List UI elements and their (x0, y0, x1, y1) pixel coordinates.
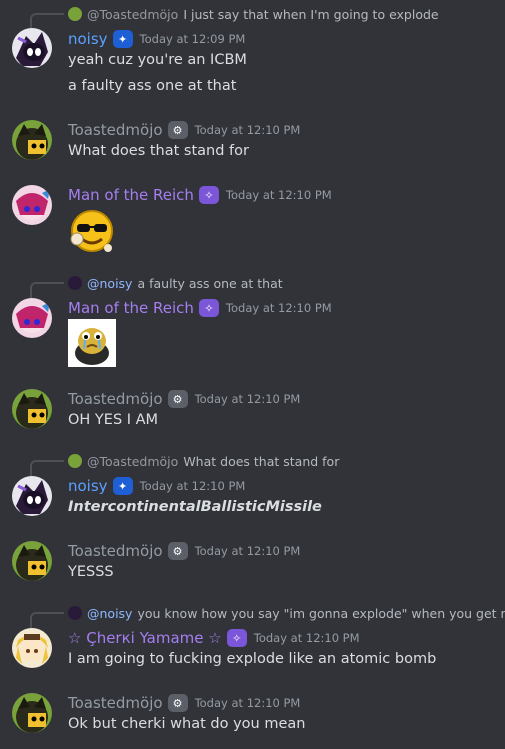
avatar[interactable] (12, 389, 52, 429)
reply-username[interactable]: @noisy (87, 276, 132, 291)
role-icon: ✧ (226, 629, 247, 647)
message-text: OH YES I AM (68, 412, 159, 428)
reply-avatar (68, 606, 82, 620)
username[interactable]: Toastedmöjo (68, 542, 163, 560)
reply-spine (30, 460, 64, 476)
timestamp: Today at 12:10 PM (139, 479, 246, 493)
avatar[interactable] (12, 628, 52, 668)
role-icon: ⚙ (167, 121, 188, 139)
avatar[interactable] (12, 185, 52, 225)
sunglasses-smiley-emote[interactable] (68, 207, 116, 255)
avatar[interactable] (12, 541, 52, 581)
crying-frog-emote[interactable] (68, 319, 116, 367)
reply-avatar (68, 454, 82, 468)
timestamp: Today at 12:10 PM (194, 544, 301, 558)
username[interactable]: Toastedmöjo (68, 694, 163, 712)
role-icon: ⚙ (167, 694, 188, 712)
message-text: I am going to fucking explode like an at… (68, 651, 437, 667)
timestamp: Today at 12:10 PM (225, 188, 332, 202)
reply-text: you know how you say "im gonna explode" … (137, 605, 505, 621)
username[interactable]: ☆ Çherкi Yamame ☆ (68, 629, 222, 647)
role-icon: ✧ (198, 186, 219, 204)
avatar[interactable] (12, 476, 52, 516)
username[interactable]: Toastedmöjo (68, 121, 163, 139)
reply-text: What does that stand for (183, 453, 340, 469)
timestamp: Today at 12:10 PM (225, 301, 332, 315)
timestamp: Today at 12:10 PM (194, 696, 301, 710)
reply-username[interactable]: @noisy (87, 606, 132, 621)
message-text: IntercontinentalBallisticMissile (68, 499, 322, 515)
role-icon: ⚙ (167, 390, 188, 408)
username[interactable]: Man of the Reich (68, 186, 194, 204)
reply-avatar (68, 7, 82, 21)
message-text: YESSS (68, 564, 114, 580)
timestamp: Today at 12:09 PM (139, 32, 246, 46)
avatar[interactable] (12, 298, 52, 338)
message-text: Ok but cherki what do you mean (68, 716, 306, 732)
reply-preview[interactable]: @Toastedmöjo I just say that when I'm go… (30, 5, 439, 29)
timestamp: Today at 12:10 PM (194, 123, 301, 137)
reply-spine (30, 612, 64, 628)
reply-preview[interactable]: @noisy you know how you say "im gonna ex… (30, 604, 505, 628)
avatar[interactable] (12, 120, 52, 160)
role-icon: ✧ (198, 299, 219, 317)
reply-spine (30, 282, 64, 298)
role-icon: ⚙ (167, 542, 188, 560)
username[interactable]: noisy (68, 477, 108, 495)
reply-text: a faulty ass one at that (137, 275, 283, 291)
role-icon: ✦ (112, 30, 133, 48)
avatar[interactable] (12, 28, 52, 68)
reply-preview[interactable]: @noisy a faulty ass one at that (30, 274, 283, 298)
username[interactable]: Man of the Reich (68, 299, 194, 317)
timestamp: Today at 12:10 PM (253, 631, 360, 645)
message-text: What does that stand for (68, 143, 249, 159)
role-icon: ✦ (112, 477, 133, 495)
reply-username[interactable]: @Toastedmöjo (87, 454, 178, 469)
message-text: a faulty ass one at that (68, 78, 237, 94)
reply-avatar (68, 276, 82, 290)
avatar[interactable] (12, 693, 52, 733)
reply-spine (30, 13, 64, 29)
username[interactable]: Toastedmöjo (68, 390, 163, 408)
timestamp: Today at 12:10 PM (194, 392, 301, 406)
reply-text: I just say that when I'm going to explod… (183, 6, 439, 22)
reply-username[interactable]: @Toastedmöjo (87, 7, 178, 22)
username[interactable]: noisy (68, 30, 108, 48)
reply-preview[interactable]: @Toastedmöjo What does that stand for (30, 452, 340, 476)
message-text: yeah cuz you're an ICBM (68, 52, 247, 68)
